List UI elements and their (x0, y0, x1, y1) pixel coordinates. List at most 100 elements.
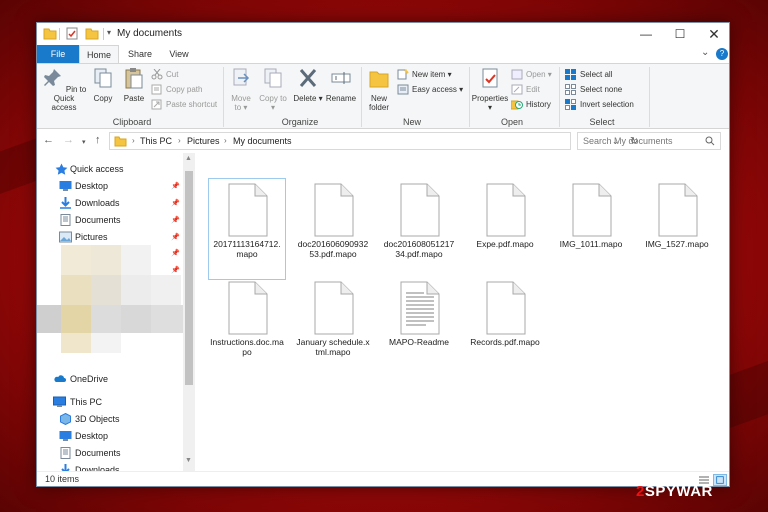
file-item[interactable]: doc20160805121734.pdf.mapo (381, 179, 457, 259)
copy-button[interactable]: Copy (89, 66, 117, 103)
pin-to-quick-access-button[interactable]: Pin to Quick access (41, 66, 87, 112)
blurred-region (37, 305, 61, 333)
folder-icon (114, 136, 127, 147)
select-all-button[interactable]: Select all (565, 68, 612, 81)
invert-selection-button[interactable]: Invert selection (565, 98, 634, 111)
open-button[interactable]: Open ▾ (511, 68, 552, 81)
cut-button[interactable]: Cut (151, 68, 178, 81)
copy-to-button[interactable]: Copy to ▾ (259, 66, 287, 112)
chevron-down-icon[interactable]: ⌄ (701, 47, 709, 58)
rename-button[interactable]: Rename (325, 66, 357, 103)
breadcrumb-separator[interactable]: › (132, 136, 135, 145)
delete-x-icon (299, 69, 317, 87)
file-item[interactable]: January schedule.xtml.mapo (295, 277, 371, 357)
file-item[interactable]: MAPO-Readme (381, 277, 457, 347)
scrollbar-thumb[interactable] (185, 171, 193, 385)
nav-item-pc-desktop[interactable]: Desktop (37, 428, 183, 445)
scroll-down-chevron-icon[interactable]: ▼ (185, 457, 192, 464)
documents-icon (60, 214, 71, 226)
breadcrumb-separator[interactable]: › (178, 136, 181, 145)
pin-icon: 📌 (171, 200, 180, 207)
desktop-icon (59, 431, 72, 441)
history-button[interactable]: History (511, 98, 551, 111)
breadcrumb-this-pc[interactable]: This PC (140, 136, 172, 146)
tab-file[interactable]: File (37, 45, 79, 63)
file-item[interactable]: Expe.pdf.mapo (467, 179, 543, 249)
move-to-icon (233, 68, 250, 86)
download-arrow-icon (61, 464, 70, 471)
blank-file-icon (486, 281, 526, 335)
pin-icon: 📌 (171, 250, 180, 257)
new-folder-button[interactable]: New folder (365, 66, 393, 112)
nav-item-this-pc[interactable]: This PC (37, 394, 183, 411)
file-item[interactable]: 20171113164712.mapo (208, 178, 286, 280)
file-item[interactable]: IMG_1527.mapo (639, 179, 715, 249)
ribbon: Pin to Quick access Copy Paste Cut Copy … (37, 63, 729, 129)
nav-item-pc-downloads[interactable]: Downloads (37, 462, 183, 471)
nav-item-documents[interactable]: Documents 📌 (37, 212, 183, 229)
nav-item-desktop[interactable]: Desktop 📌 (37, 178, 183, 195)
nav-item-pictures[interactable]: Pictures 📌 (37, 229, 183, 246)
scroll-up-chevron-icon[interactable]: ▲ (185, 155, 192, 162)
tab-home[interactable]: Home (79, 45, 119, 63)
easy-access-icon (397, 84, 409, 95)
properties-quick-icon[interactable] (65, 27, 79, 40)
paste-shortcut-icon (151, 99, 162, 110)
file-item[interactable]: Records.pdf.mapo (467, 277, 543, 347)
history-icon (511, 100, 523, 110)
help-icon[interactable]: ? (716, 48, 728, 60)
address-row: ← → ▾ ↑ › This PC › Pictures › My docume… (37, 130, 729, 152)
address-bar[interactable]: › This PC › Pictures › My documents ⌄ ↻ (109, 132, 638, 150)
customize-quick-access-icon[interactable]: ▾ (107, 28, 111, 37)
breadcrumb-pictures[interactable]: Pictures (187, 136, 220, 146)
nav-item-onedrive[interactable]: OneDrive (37, 371, 183, 388)
nav-item-label: Downloads (75, 465, 120, 471)
search-input[interactable]: Search My documents (577, 132, 721, 150)
nav-item-quick-access[interactable]: Quick access (37, 161, 183, 178)
star-icon (55, 163, 68, 175)
delete-button[interactable]: Delete ▾ (293, 66, 323, 103)
nav-item-downloads[interactable]: Downloads 📌 (37, 195, 183, 212)
edit-icon (511, 84, 523, 95)
large-icons-view-icon[interactable] (713, 474, 727, 486)
maximize-button[interactable]: ☐ (663, 23, 697, 45)
nav-item-pc-documents[interactable]: Documents (37, 445, 183, 462)
move-to-button[interactable]: Move to ▾ (227, 66, 255, 112)
new-folder-quick-icon[interactable] (85, 27, 99, 40)
pin-icon: 📌 (171, 183, 180, 190)
forward-arrow-icon[interactable]: → (63, 134, 74, 146)
file-item[interactable]: doc20160609093253.pdf.mapo (295, 179, 371, 259)
blank-file-icon (314, 281, 354, 335)
nav-item-3d-objects[interactable]: 3D Objects (37, 411, 183, 428)
breadcrumb-separator[interactable]: › (224, 136, 227, 145)
close-button[interactable]: ✕ (697, 23, 729, 45)
recent-locations-chevron-icon[interactable]: ▾ (82, 138, 86, 146)
blurred-region (61, 275, 91, 305)
select-none-button[interactable]: Select none (565, 83, 622, 96)
up-arrow-icon[interactable]: ↑ (95, 134, 101, 146)
explorer-window: ▾ My documents — ☐ ✕ File Home Share Vie… (36, 22, 730, 487)
edit-button[interactable]: Edit (511, 83, 540, 96)
back-arrow-icon[interactable]: ← (43, 134, 54, 146)
copy-path-button[interactable]: Copy path (151, 83, 202, 96)
properties-icon (482, 68, 498, 88)
new-item-button[interactable]: New item ▾ (397, 68, 452, 81)
file-item[interactable]: Instructions.doc.mapo (209, 277, 285, 357)
breadcrumb-my-documents[interactable]: My documents (233, 136, 292, 146)
blurred-region (61, 305, 91, 333)
tab-share[interactable]: Share (121, 45, 159, 63)
tab-view[interactable]: View (161, 45, 197, 63)
file-item[interactable]: IMG_1011.mapo (553, 179, 629, 249)
new-item-icon (397, 69, 409, 80)
properties-button[interactable]: Properties ▾ (471, 66, 509, 112)
copy-path-icon (151, 84, 162, 95)
pictures-icon (59, 231, 72, 243)
easy-access-button[interactable]: Easy access ▾ (397, 83, 463, 96)
invert-selection-icon (565, 99, 576, 110)
paste-shortcut-button[interactable]: Paste shortcut (151, 98, 217, 111)
nav-pane-scrollbar[interactable]: ▲ ▼ (183, 153, 195, 471)
minimize-button[interactable]: — (629, 23, 663, 45)
window-title: My documents (117, 28, 183, 39)
paste-button[interactable]: Paste (119, 66, 149, 103)
blank-file-icon (314, 183, 354, 237)
